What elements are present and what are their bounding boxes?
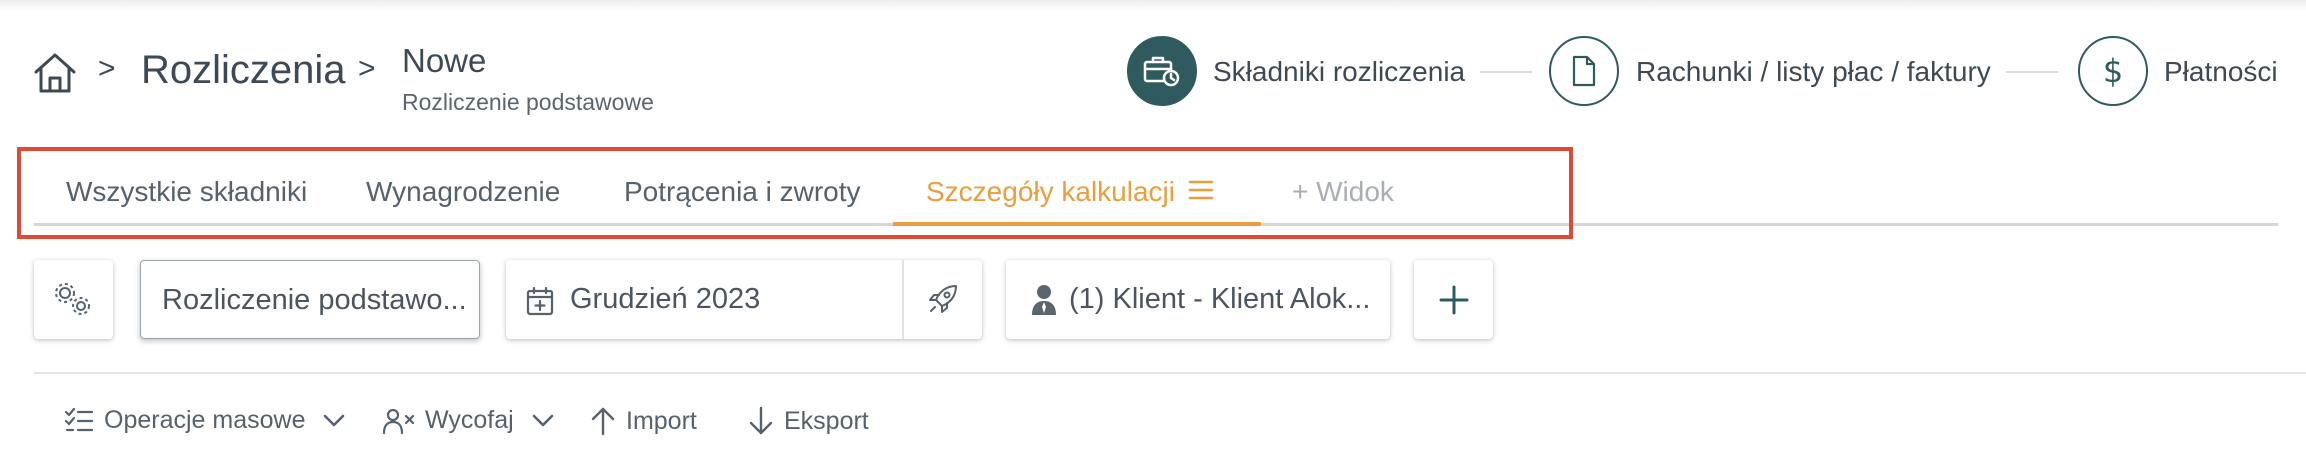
export-button[interactable]: Eksport [748,406,869,436]
step-rachunki-circle[interactable] [1549,36,1619,106]
client-select-value: (1) Klient - Klient Alok... [1069,283,1371,315]
withdraw-label: Wycofaj [425,406,514,434]
chevron-down-icon [323,414,345,428]
settings-button[interactable] [34,260,113,339]
import-button[interactable]: Import [590,406,697,436]
person-remove-icon [383,408,415,434]
client-select[interactable]: (1) Klient - Klient Alok... [1006,260,1390,339]
briefcase-clock-icon [1143,54,1181,88]
top-shadow [0,0,2306,10]
withdraw-button[interactable]: Wycofaj [383,406,554,435]
import-label: Import [626,406,697,435]
arrow-down-icon [748,406,774,436]
export-label: Eksport [784,406,869,435]
period-picker[interactable]: Grudzień 2023 [506,260,982,339]
step-connector [2006,71,2058,73]
mass-operations-label: Operacje masowe [104,406,306,434]
page-subtitle: Rozliczenie podstawowe [402,89,654,115]
breadcrumb-separator: > [98,52,116,85]
home-icon[interactable] [32,50,78,96]
tabs-highlight-box [17,147,1573,239]
section-divider [34,372,2306,374]
breadcrumb-rozliczenia[interactable]: Rozliczenia [141,48,346,93]
checklist-icon [64,407,94,434]
arrow-up-icon [590,406,616,436]
period-value: Grudzień 2023 [570,283,761,315]
add-filter-button[interactable] [1414,260,1493,339]
breadcrumb-separator: > [358,52,376,85]
person-icon [1031,284,1057,316]
step-skladniki-label[interactable]: Składniki rozliczenia [1213,56,1465,88]
plus-icon [1439,285,1469,315]
chevron-down-icon [532,414,554,428]
gears-icon [52,280,94,318]
dollar-icon: $ [2102,52,2124,90]
document-icon [1571,55,1597,87]
rocket-icon[interactable] [926,282,960,316]
step-platnosci-circle[interactable]: $ [2078,36,2148,106]
mass-operations-button[interactable]: Operacje masowe [64,406,345,435]
step-rachunki-label[interactable]: Rachunki / listy płac / faktury [1636,56,1991,88]
settlement-select-value: Rozliczenie podstawo... [162,284,467,316]
calendar-plus-icon [526,286,554,316]
step-skladniki-circle[interactable] [1127,36,1197,106]
period-divider [902,260,904,339]
step-platnosci-label[interactable]: Płatności [2164,56,2278,88]
settlement-select[interactable]: Rozliczenie podstawo... [140,260,480,339]
step-connector [1480,71,1532,73]
page-title: Nowe [402,42,487,79]
